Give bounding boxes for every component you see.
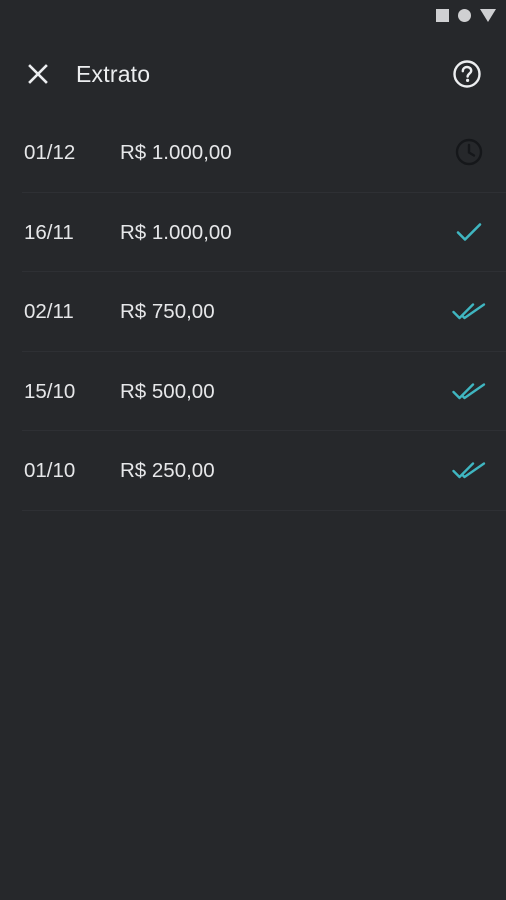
check-icon [456,222,482,241]
entry-amount: R$ 1.000,00 [120,141,232,164]
double-check-icon [452,462,486,479]
entry-status [452,215,486,249]
help-circle-icon [453,60,481,88]
close-icon [28,64,48,84]
double-check-icon [452,303,486,320]
entry-date: 01/10 [24,459,76,482]
close-button[interactable] [22,58,54,90]
entry-date: 01/12 [24,141,76,164]
status-bar [0,0,506,34]
double-check-icon [452,382,486,399]
entry-status [452,453,486,487]
statement-list: 01/12 R$ 1.000,00 16/11 R$ 1.000,00 02/1… [0,113,506,511]
list-item[interactable]: 01/10 R$ 250,00 [22,431,506,511]
entry-date: 15/10 [24,379,76,403]
help-button[interactable] [450,57,484,91]
entry-amount: R$ 750,00 [120,300,215,323]
entry-amount: R$ 500,00 [120,379,215,403]
entry-status [452,135,486,169]
entry-date: 02/11 [24,300,74,323]
entry-amount: R$ 1.000,00 [120,220,232,244]
list-item[interactable]: 16/11 R$ 1.000,00 [22,193,506,272]
entry-date: 16/11 [24,220,74,244]
page-title: Extrato [76,61,151,87]
entry-status [452,294,486,328]
app-bar: Extrato [0,40,506,108]
list-item[interactable]: 02/11 R$ 750,00 [22,272,506,352]
record-circle-icon [458,9,471,22]
stop-square-icon [436,9,449,22]
list-item[interactable]: 15/10 R$ 500,00 [22,352,506,431]
entry-amount: R$ 250,00 [120,459,215,482]
entry-status [452,374,486,408]
clock-icon [455,138,483,166]
list-item[interactable]: 01/12 R$ 1.000,00 [22,113,506,193]
status-icons [436,9,496,22]
signal-triangle-icon [480,9,496,22]
